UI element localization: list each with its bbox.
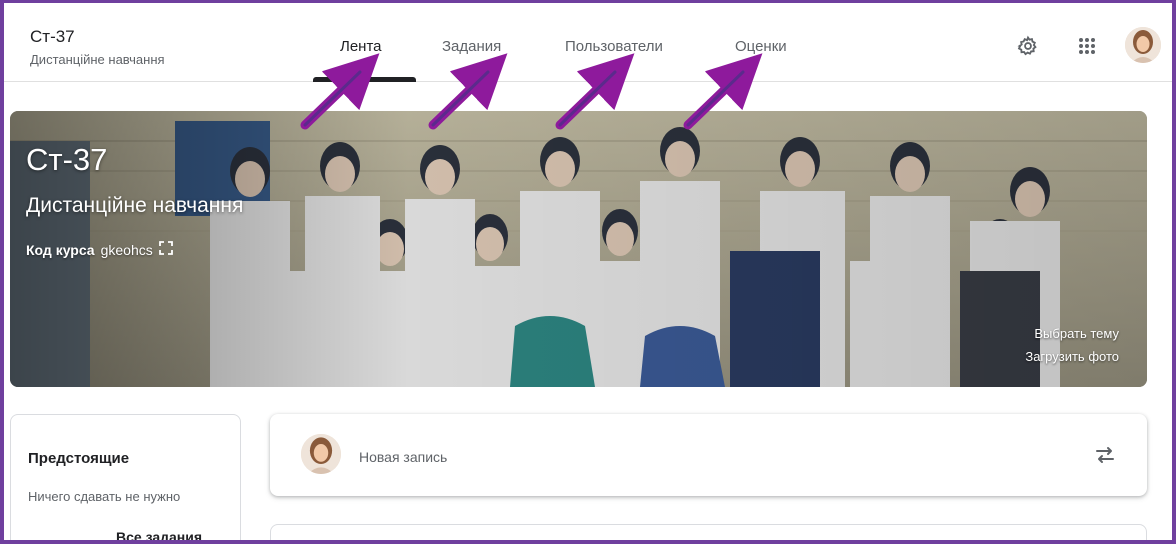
banner-class-title: Ст-37 (26, 142, 108, 177)
class-banner: Ст-37 Дистанційне навчання Код курса gke… (10, 111, 1147, 387)
upcoming-empty-text: Ничего сдавать не нужно (28, 489, 181, 504)
stream-card-partial (270, 524, 1147, 544)
view-all-assignments-link[interactable]: Все задания (116, 529, 202, 544)
top-app-bar: Ст-37 Дистанційне навчання Лента Задания… (0, 0, 1176, 82)
class-code-value: gkeohcs (100, 241, 153, 258)
upcoming-title: Предстоящие (28, 450, 130, 467)
fullscreen-icon[interactable] (158, 241, 173, 258)
apps-grid-icon[interactable] (1074, 33, 1100, 59)
banner-class-subtitle: Дистанційне навчання (26, 194, 244, 217)
upcoming-card: Предстоящие Ничего сдавать не нужно Все … (10, 414, 241, 544)
gear-icon[interactable] (1015, 33, 1041, 59)
class-code-label: Код курса (26, 241, 95, 258)
class-code: Код курса gkeohcs (26, 241, 173, 258)
new-post-placeholder[interactable]: Новая запись (359, 449, 447, 465)
new-post-box[interactable]: Новая запись (270, 414, 1147, 496)
post-author-avatar (301, 434, 341, 474)
active-tab-indicator (313, 77, 416, 82)
tab-people[interactable]: Пользователи (565, 38, 663, 55)
banner-photo (10, 111, 1147, 387)
choose-theme-link[interactable]: Выбрать тему (1034, 326, 1119, 341)
tab-stream[interactable]: Лента (340, 38, 382, 55)
class-subtitle: Дистанційне навчання (30, 52, 165, 67)
upload-photo-link[interactable]: Загрузить фото (1025, 349, 1119, 364)
repost-icon[interactable] (1093, 443, 1117, 467)
class-title[interactable]: Ст-37 (30, 27, 75, 47)
user-avatar[interactable] (1125, 27, 1161, 63)
tab-grades[interactable]: Оценки (735, 38, 787, 55)
tab-classwork[interactable]: Задания (442, 38, 501, 55)
